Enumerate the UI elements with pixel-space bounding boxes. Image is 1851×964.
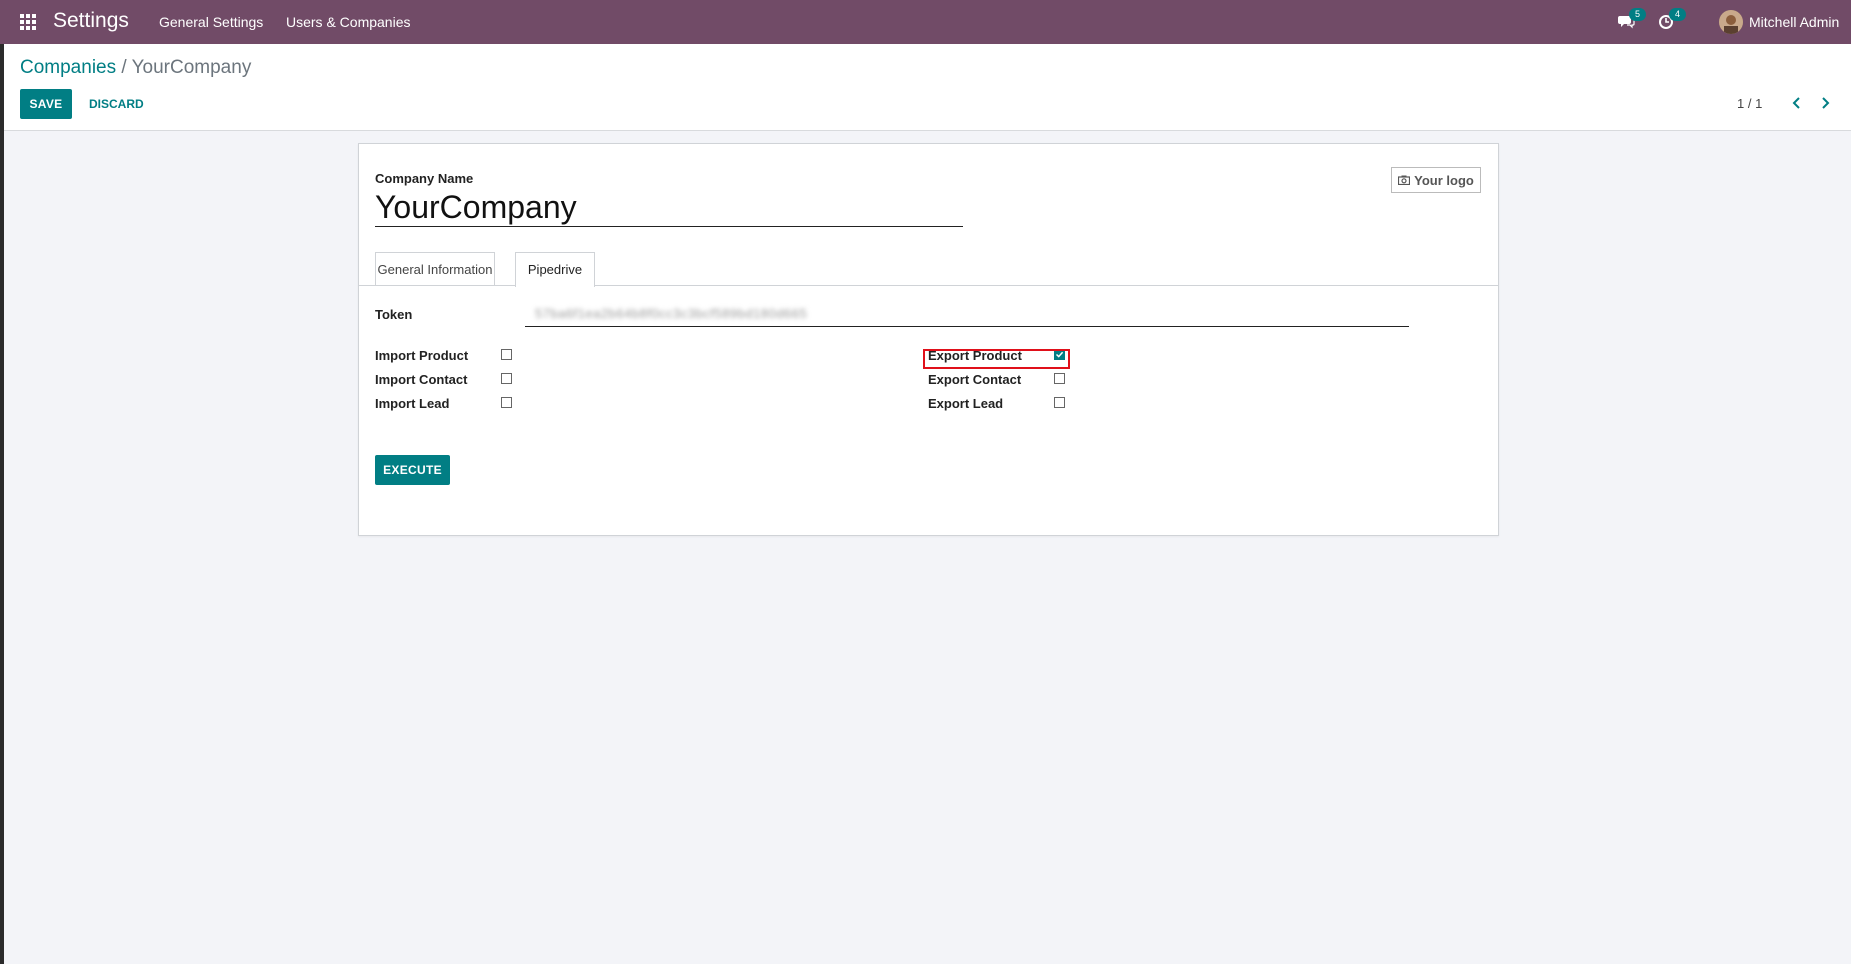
activities-button[interactable]: 4 [1657,8,1686,32]
import-product-checkbox[interactable] [501,349,512,360]
messages-count-badge: 5 [1629,8,1646,21]
import-lead-checkbox[interactable] [501,397,512,408]
export-product-label: Export Product [928,348,1022,363]
user-avatar[interactable] [1719,10,1743,34]
chevron-right-icon [1822,97,1830,109]
import-contact-label: Import Contact [375,372,468,387]
logo-upload-label: Your logo [1414,172,1474,188]
top-navbar: Settings General Settings Users & Compan… [0,0,1851,44]
window-edge [0,0,4,964]
tab-pipedrive[interactable]: Pipedrive [515,252,595,287]
control-panel: Companies / YourCompany SAVE DISCARD 1 /… [4,44,1851,131]
form-sheet: Company Name YourCompany Your logo Gener… [358,143,1499,536]
save-button[interactable]: SAVE [20,89,72,119]
execute-button[interactable]: EXECUTE [375,455,450,485]
pager-next-button[interactable] [1816,94,1834,112]
activities-count-badge: 4 [1669,8,1686,21]
logo-upload-button[interactable]: Your logo [1391,167,1481,193]
export-lead-checkbox[interactable] [1054,397,1065,408]
apps-menu-icon[interactable] [20,14,38,30]
breadcrumb-separator: / [121,57,127,78]
export-contact-label: Export Contact [928,372,1022,387]
token-label: Token [375,307,413,322]
checkmark-icon [1055,351,1064,358]
export-contact-checkbox[interactable] [1054,373,1065,384]
import-lead-label: Import Lead [375,396,450,411]
camera-icon [1398,175,1411,185]
discard-button[interactable]: DISCARD [83,89,150,119]
breadcrumb-companies-link[interactable]: Companies [20,57,116,78]
pager-previous-button[interactable] [1788,94,1806,112]
tab-general-information[interactable]: General Information [375,252,495,286]
import-contact-checkbox[interactable] [501,373,512,384]
messages-button[interactable]: 5 [1617,8,1646,32]
import-product-label: Import Product [375,348,469,363]
chevron-left-icon [1792,97,1800,109]
user-name[interactable]: Mitchell Admin [1749,14,1839,30]
menu-general-settings[interactable]: General Settings [159,14,263,30]
export-lead-label: Export Lead [928,396,1004,411]
app-title[interactable]: Settings [53,9,129,33]
company-name-field[interactable]: YourCompany [375,188,963,227]
pager-value[interactable]: 1 / 1 [1737,96,1762,111]
token-value-text: 57ba6f1ea2b64b8f0cc3c3bcf589bd180d665 [535,306,808,321]
breadcrumb: Companies / YourCompany [20,57,251,79]
breadcrumb-current: YourCompany [131,57,252,78]
company-name-label: Company Name [375,171,474,186]
menu-users-companies[interactable]: Users & Companies [286,14,411,30]
export-product-checkbox[interactable] [1054,349,1065,360]
token-field[interactable]: 57ba6f1ea2b64b8f0cc3c3bcf589bd180d665 [525,302,1409,327]
